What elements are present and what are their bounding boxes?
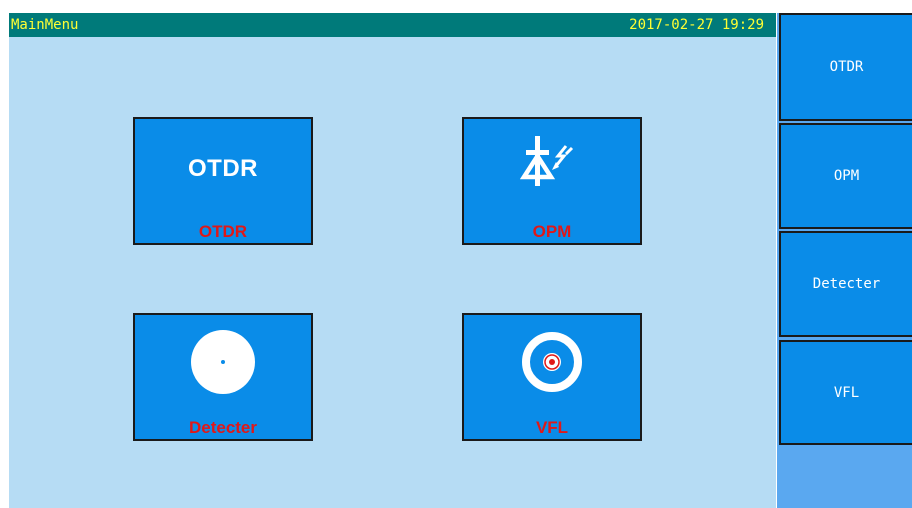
- detecter-tile[interactable]: Detecter: [133, 313, 313, 441]
- datetime: 2017-02-27 19:29: [629, 17, 764, 33]
- screen: MainMenu 2017-02-27 19:29 OTDR OTDR OPM: [0, 0, 912, 508]
- laser-target-icon: [522, 332, 582, 392]
- softkey-detecter[interactable]: Detecter: [779, 231, 912, 337]
- otdr-text-icon: OTDR: [188, 155, 258, 182]
- softkey-opm[interactable]: OPM: [779, 123, 912, 229]
- photodiode-icon: [520, 136, 574, 186]
- detecter-tile-label: Detecter: [188, 418, 258, 437]
- otdr-tile-label: OTDR: [198, 222, 248, 241]
- vfl-tile[interactable]: VFL: [462, 313, 642, 441]
- otdr-tile[interactable]: OTDR OTDR: [133, 117, 313, 245]
- fiber-end-icon: [191, 330, 255, 394]
- softkey-panel: OTDR OPM Detecter VFL: [777, 13, 912, 508]
- main-panel: MainMenu 2017-02-27 19:29 OTDR OTDR OPM: [9, 13, 776, 508]
- opm-tile[interactable]: OPM: [462, 117, 642, 245]
- vfl-tile-label: VFL: [535, 418, 569, 437]
- softkey-vfl[interactable]: VFL: [779, 340, 912, 445]
- window-title: MainMenu: [11, 17, 79, 33]
- opm-tile-label: OPM: [532, 222, 572, 241]
- title-bar: MainMenu 2017-02-27 19:29: [9, 13, 776, 37]
- softkey-otdr[interactable]: OTDR: [779, 13, 912, 121]
